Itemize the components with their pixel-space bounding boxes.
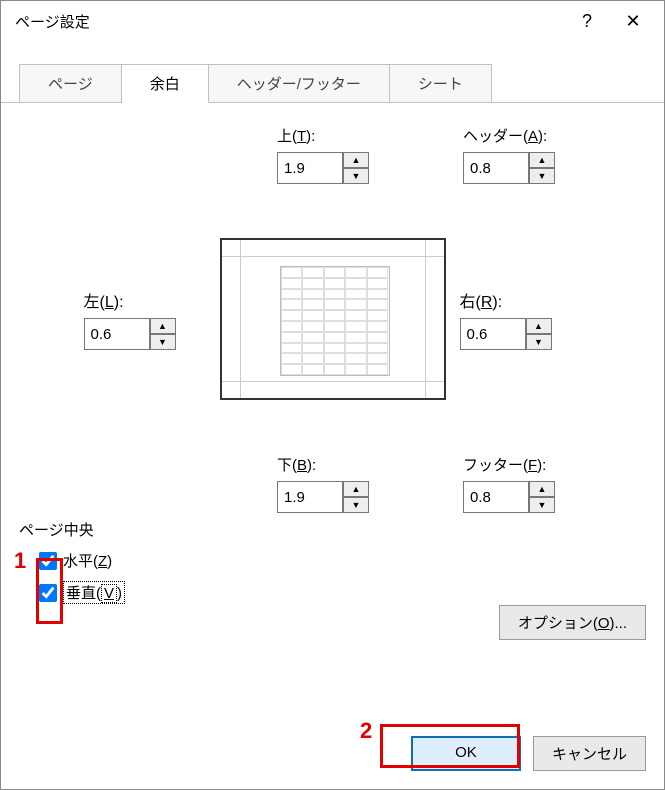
footer-margin-spinner[interactable]: ▲▼ — [463, 481, 555, 513]
right-margin-input[interactable] — [460, 318, 526, 350]
margins-panel: 上(T): ▲▼ ヘッダー(A): ▲▼ 左(L): ▲▼ — [1, 103, 664, 724]
center-legend: ページ中央 — [19, 519, 646, 540]
center-horizontal-checkbox[interactable] — [39, 552, 57, 570]
titlebar: ページ設定 ? ✕ — [1, 1, 664, 41]
bottom-margin-input[interactable] — [277, 481, 343, 513]
left-margin-spinner[interactable]: ▲▼ — [84, 318, 176, 350]
right-margin-label: 右(R): — [460, 288, 582, 312]
cancel-button[interactable]: キャンセル — [533, 736, 646, 771]
tab-margins[interactable]: 余白 — [122, 64, 209, 103]
spin-up-icon[interactable]: ▲ — [529, 152, 555, 168]
margin-preview — [220, 238, 446, 400]
header-margin-spinner[interactable]: ▲▼ — [463, 152, 555, 184]
ok-button[interactable]: OK — [411, 736, 521, 771]
bottom-margin-label: 下(B): — [277, 454, 369, 475]
left-margin-input[interactable] — [84, 318, 150, 350]
preview-grid-icon — [280, 266, 390, 376]
tab-header-footer[interactable]: ヘッダー/フッター — [209, 64, 390, 103]
page-setup-dialog: ページ設定 ? ✕ ページ 余白 ヘッダー/フッター シート 上(T): ▲▼ … — [0, 0, 665, 790]
close-button[interactable]: ✕ — [610, 5, 656, 37]
spin-down-icon[interactable]: ▼ — [343, 168, 369, 184]
header-margin-label: ヘッダー(A): — [463, 125, 555, 146]
spin-down-icon[interactable]: ▼ — [526, 334, 552, 350]
spin-down-icon[interactable]: ▼ — [529, 168, 555, 184]
spin-up-icon[interactable]: ▲ — [343, 481, 369, 497]
footer-margin-input[interactable] — [463, 481, 529, 513]
spin-up-icon[interactable]: ▲ — [150, 318, 176, 334]
center-horizontal-row[interactable]: 水平(Z) — [39, 550, 646, 571]
top-margin-label: 上(T): — [277, 125, 369, 146]
options-button[interactable]: オプション(O)... — [499, 605, 646, 640]
help-button[interactable]: ? — [564, 5, 610, 37]
dialog-footer: OK キャンセル — [1, 724, 664, 789]
spin-down-icon[interactable]: ▼ — [150, 334, 176, 350]
spin-up-icon[interactable]: ▲ — [343, 152, 369, 168]
bottom-margin-spinner[interactable]: ▲▼ — [277, 481, 369, 513]
spin-up-icon[interactable]: ▲ — [526, 318, 552, 334]
center-vertical-label: 垂直(V) — [63, 581, 125, 604]
spin-down-icon[interactable]: ▼ — [343, 497, 369, 513]
spin-down-icon[interactable]: ▼ — [529, 497, 555, 513]
tab-bar: ページ 余白 ヘッダー/フッター シート — [1, 41, 664, 103]
center-vertical-row[interactable]: 垂直(V) — [39, 581, 646, 604]
spin-up-icon[interactable]: ▲ — [529, 481, 555, 497]
tab-page[interactable]: ページ — [19, 64, 122, 103]
header-margin-input[interactable] — [463, 152, 529, 184]
window-title: ページ設定 — [15, 11, 564, 32]
right-margin-spinner[interactable]: ▲▼ — [460, 318, 552, 350]
top-margin-spinner[interactable]: ▲▼ — [277, 152, 369, 184]
center-horizontal-label: 水平(Z) — [63, 550, 112, 571]
tab-sheet[interactable]: シート — [390, 64, 492, 103]
center-vertical-checkbox[interactable] — [39, 584, 57, 602]
footer-margin-label: フッター(F): — [463, 454, 555, 475]
left-margin-label: 左(L): — [84, 288, 206, 312]
top-margin-input[interactable] — [277, 152, 343, 184]
